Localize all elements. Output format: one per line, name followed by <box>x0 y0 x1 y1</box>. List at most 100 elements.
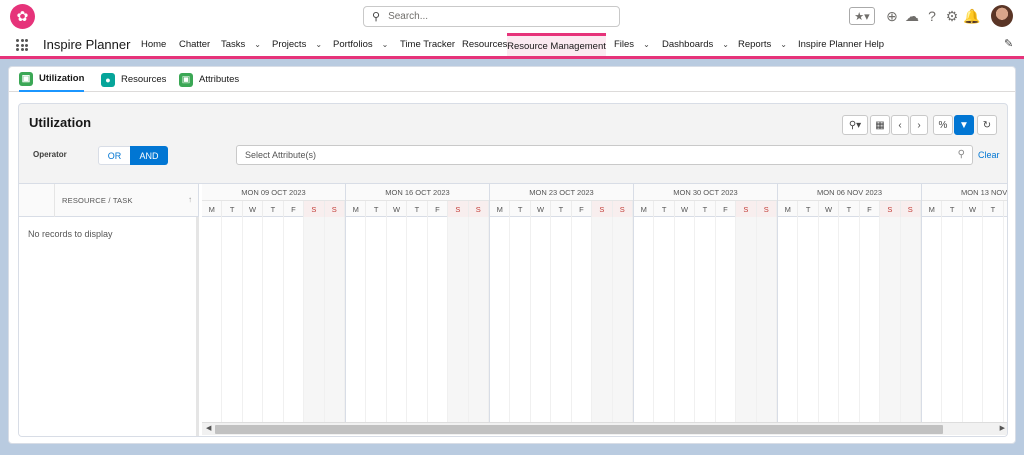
gantt-timeline: MON 09 OCT 2023 M T W T F S S MON 16 OCT 2023 M T W… <box>202 184 1007 436</box>
calendar-button[interactable]: ▦ <box>870 115 890 135</box>
nav-item-time-tracker[interactable]: Time Tracker <box>400 33 455 56</box>
utilization-panel: Utilization ⚲▾ ▦ ‹ › % ▼ ↻ Operator OR A… <box>18 103 1008 437</box>
nav-item-dashboards[interactable]: Dashboards ⌄ <box>662 33 729 56</box>
operator-and-button[interactable]: AND <box>130 146 168 165</box>
day-label: T <box>695 201 716 217</box>
week-body-column <box>202 217 346 428</box>
search-icon: ⚲ <box>957 149 965 160</box>
attribute-select-input[interactable]: Select Attribute(s) ⚲ <box>236 145 973 165</box>
nav-item-home[interactable]: Home <box>141 33 166 56</box>
day-label: W <box>819 201 840 217</box>
nav-label: Files <box>614 39 635 50</box>
percent-label: % <box>938 119 948 131</box>
nav-label: Home <box>141 39 167 50</box>
refresh-button[interactable]: ↻ <box>977 115 997 135</box>
utilization-grid: RESOURCE / TASK ↑ No records to display … <box>19 183 1007 436</box>
search-menu-button[interactable]: ⚲▾ <box>842 115 868 135</box>
chevron-down-icon[interactable]: ⌄ <box>722 40 729 49</box>
day-label: M <box>922 201 943 217</box>
navigation-bar: Inspire Planner Home Chatter Tasks ⌄ Proj… <box>0 33 1024 59</box>
nav-label: Dashboards <box>662 39 714 50</box>
page-title: Utilization <box>29 115 92 130</box>
attribute-placeholder: Select Attribute(s) <box>245 150 317 160</box>
nav-label: Time Tracker <box>400 39 456 50</box>
weekend-day-label: S <box>880 201 901 217</box>
scroll-left-icon[interactable]: ◀ <box>206 424 211 432</box>
add-icon[interactable]: ⊕ <box>884 7 900 25</box>
week-body-column <box>490 217 634 428</box>
day-label: F <box>284 201 305 217</box>
day-label: M <box>778 201 799 217</box>
nav-item-reports[interactable]: Reports ⌄ <box>738 33 787 56</box>
nav-label: Tasks <box>221 39 246 50</box>
column-header-resource-task[interactable]: RESOURCE / TASK <box>62 196 133 205</box>
gear-icon[interactable]: ⚙ <box>944 7 960 25</box>
day-row: MTWTFSS <box>634 200 777 217</box>
day-cell-column <box>819 217 840 428</box>
day-cell-column <box>531 217 552 428</box>
day-cell-column <box>510 217 531 428</box>
nav-label: Projects <box>272 39 307 50</box>
scrollbar-thumb[interactable] <box>215 425 943 434</box>
day-row: MTWTFSS <box>922 200 1007 217</box>
nav-item-files[interactable]: Files ⌄ <box>614 33 650 56</box>
utilization-icon: ▣ <box>19 71 33 86</box>
day-cell-column <box>346 217 367 428</box>
empty-message: No records to display <box>28 229 113 239</box>
nav-item-portfolios[interactable]: Portfolios ⌄ <box>333 33 388 56</box>
grid-left-header: RESOURCE / TASK ↑ <box>19 184 199 217</box>
day-cell-column <box>304 217 325 428</box>
day-row: MTWTFSS <box>490 200 633 217</box>
nav-item-chatter[interactable]: Chatter <box>179 33 210 56</box>
percent-toggle-button[interactable]: % <box>933 115 953 135</box>
nav-item-resource-management[interactable]: Resource Management <box>507 33 606 56</box>
nav-item-resources[interactable]: Resources <box>462 33 507 56</box>
nav-label: Reports <box>738 39 772 50</box>
app-launcher-icon[interactable] <box>16 39 28 51</box>
day-label: T <box>551 201 572 217</box>
favorites-icon[interactable]: ★▾ <box>849 7 875 25</box>
resources-icon: ● <box>101 72 115 87</box>
refresh-icon: ↻ <box>982 119 992 131</box>
nav-item-tasks[interactable]: Tasks ⌄ <box>221 33 261 56</box>
day-row: MTWTFSS <box>346 200 489 217</box>
chevron-down-icon[interactable]: ⌄ <box>254 40 261 49</box>
day-cell-column <box>407 217 428 428</box>
operator-or-button[interactable]: OR <box>98 146 130 165</box>
day-cell-column <box>798 217 819 428</box>
weekend-day-label: S <box>448 201 469 217</box>
sort-arrow-icon[interactable]: ↑ <box>188 195 192 204</box>
weekend-day-label: S <box>468 201 489 217</box>
app-logo-icon[interactable]: ✿ <box>10 4 35 29</box>
chevron-down-icon[interactable]: ⌄ <box>382 40 389 49</box>
setup-assistant-icon[interactable]: ☁ <box>904 7 920 25</box>
scroll-right-icon[interactable]: ▶ <box>1000 424 1005 432</box>
next-button[interactable]: › <box>910 115 928 135</box>
day-cell-column <box>839 217 860 428</box>
clear-link[interactable]: Clear <box>978 150 1000 160</box>
nav-item-inspire-planner-help[interactable]: Inspire Planner Help <box>798 33 884 56</box>
filter-button[interactable]: ▼ <box>954 115 974 135</box>
tab-attributes[interactable]: ▣ Attributes <box>179 67 239 92</box>
chevron-down-icon[interactable]: ⌄ <box>643 40 650 49</box>
tab-resources[interactable]: ● Resources <box>101 67 166 92</box>
bell-icon[interactable]: 🔔 <box>963 7 980 25</box>
avatar[interactable] <box>991 5 1013 27</box>
chevron-down-icon[interactable]: ⌄ <box>780 40 787 49</box>
operator-label: Operator <box>33 150 67 159</box>
week-body-column <box>346 217 490 428</box>
day-cell-column <box>860 217 881 428</box>
day-cell-column <box>880 217 901 428</box>
chevron-down-icon[interactable]: ⌄ <box>315 40 322 49</box>
tab-utilization[interactable]: ▣ Utilization <box>19 67 85 92</box>
edit-nav-pencil-icon[interactable]: ✎ <box>1004 37 1013 50</box>
day-label: T <box>222 201 243 217</box>
previous-button[interactable]: ‹ <box>891 115 909 135</box>
day-cell-column <box>778 217 799 428</box>
day-cell-column <box>612 217 633 428</box>
help-icon[interactable]: ? <box>924 7 940 25</box>
global-search-input[interactable]: ⚲ Search... <box>363 6 620 27</box>
attributes-icon: ▣ <box>179 72 193 87</box>
nav-item-projects[interactable]: Projects ⌄ <box>272 33 322 56</box>
horizontal-scrollbar[interactable]: ◀ ▶ <box>202 422 1007 435</box>
